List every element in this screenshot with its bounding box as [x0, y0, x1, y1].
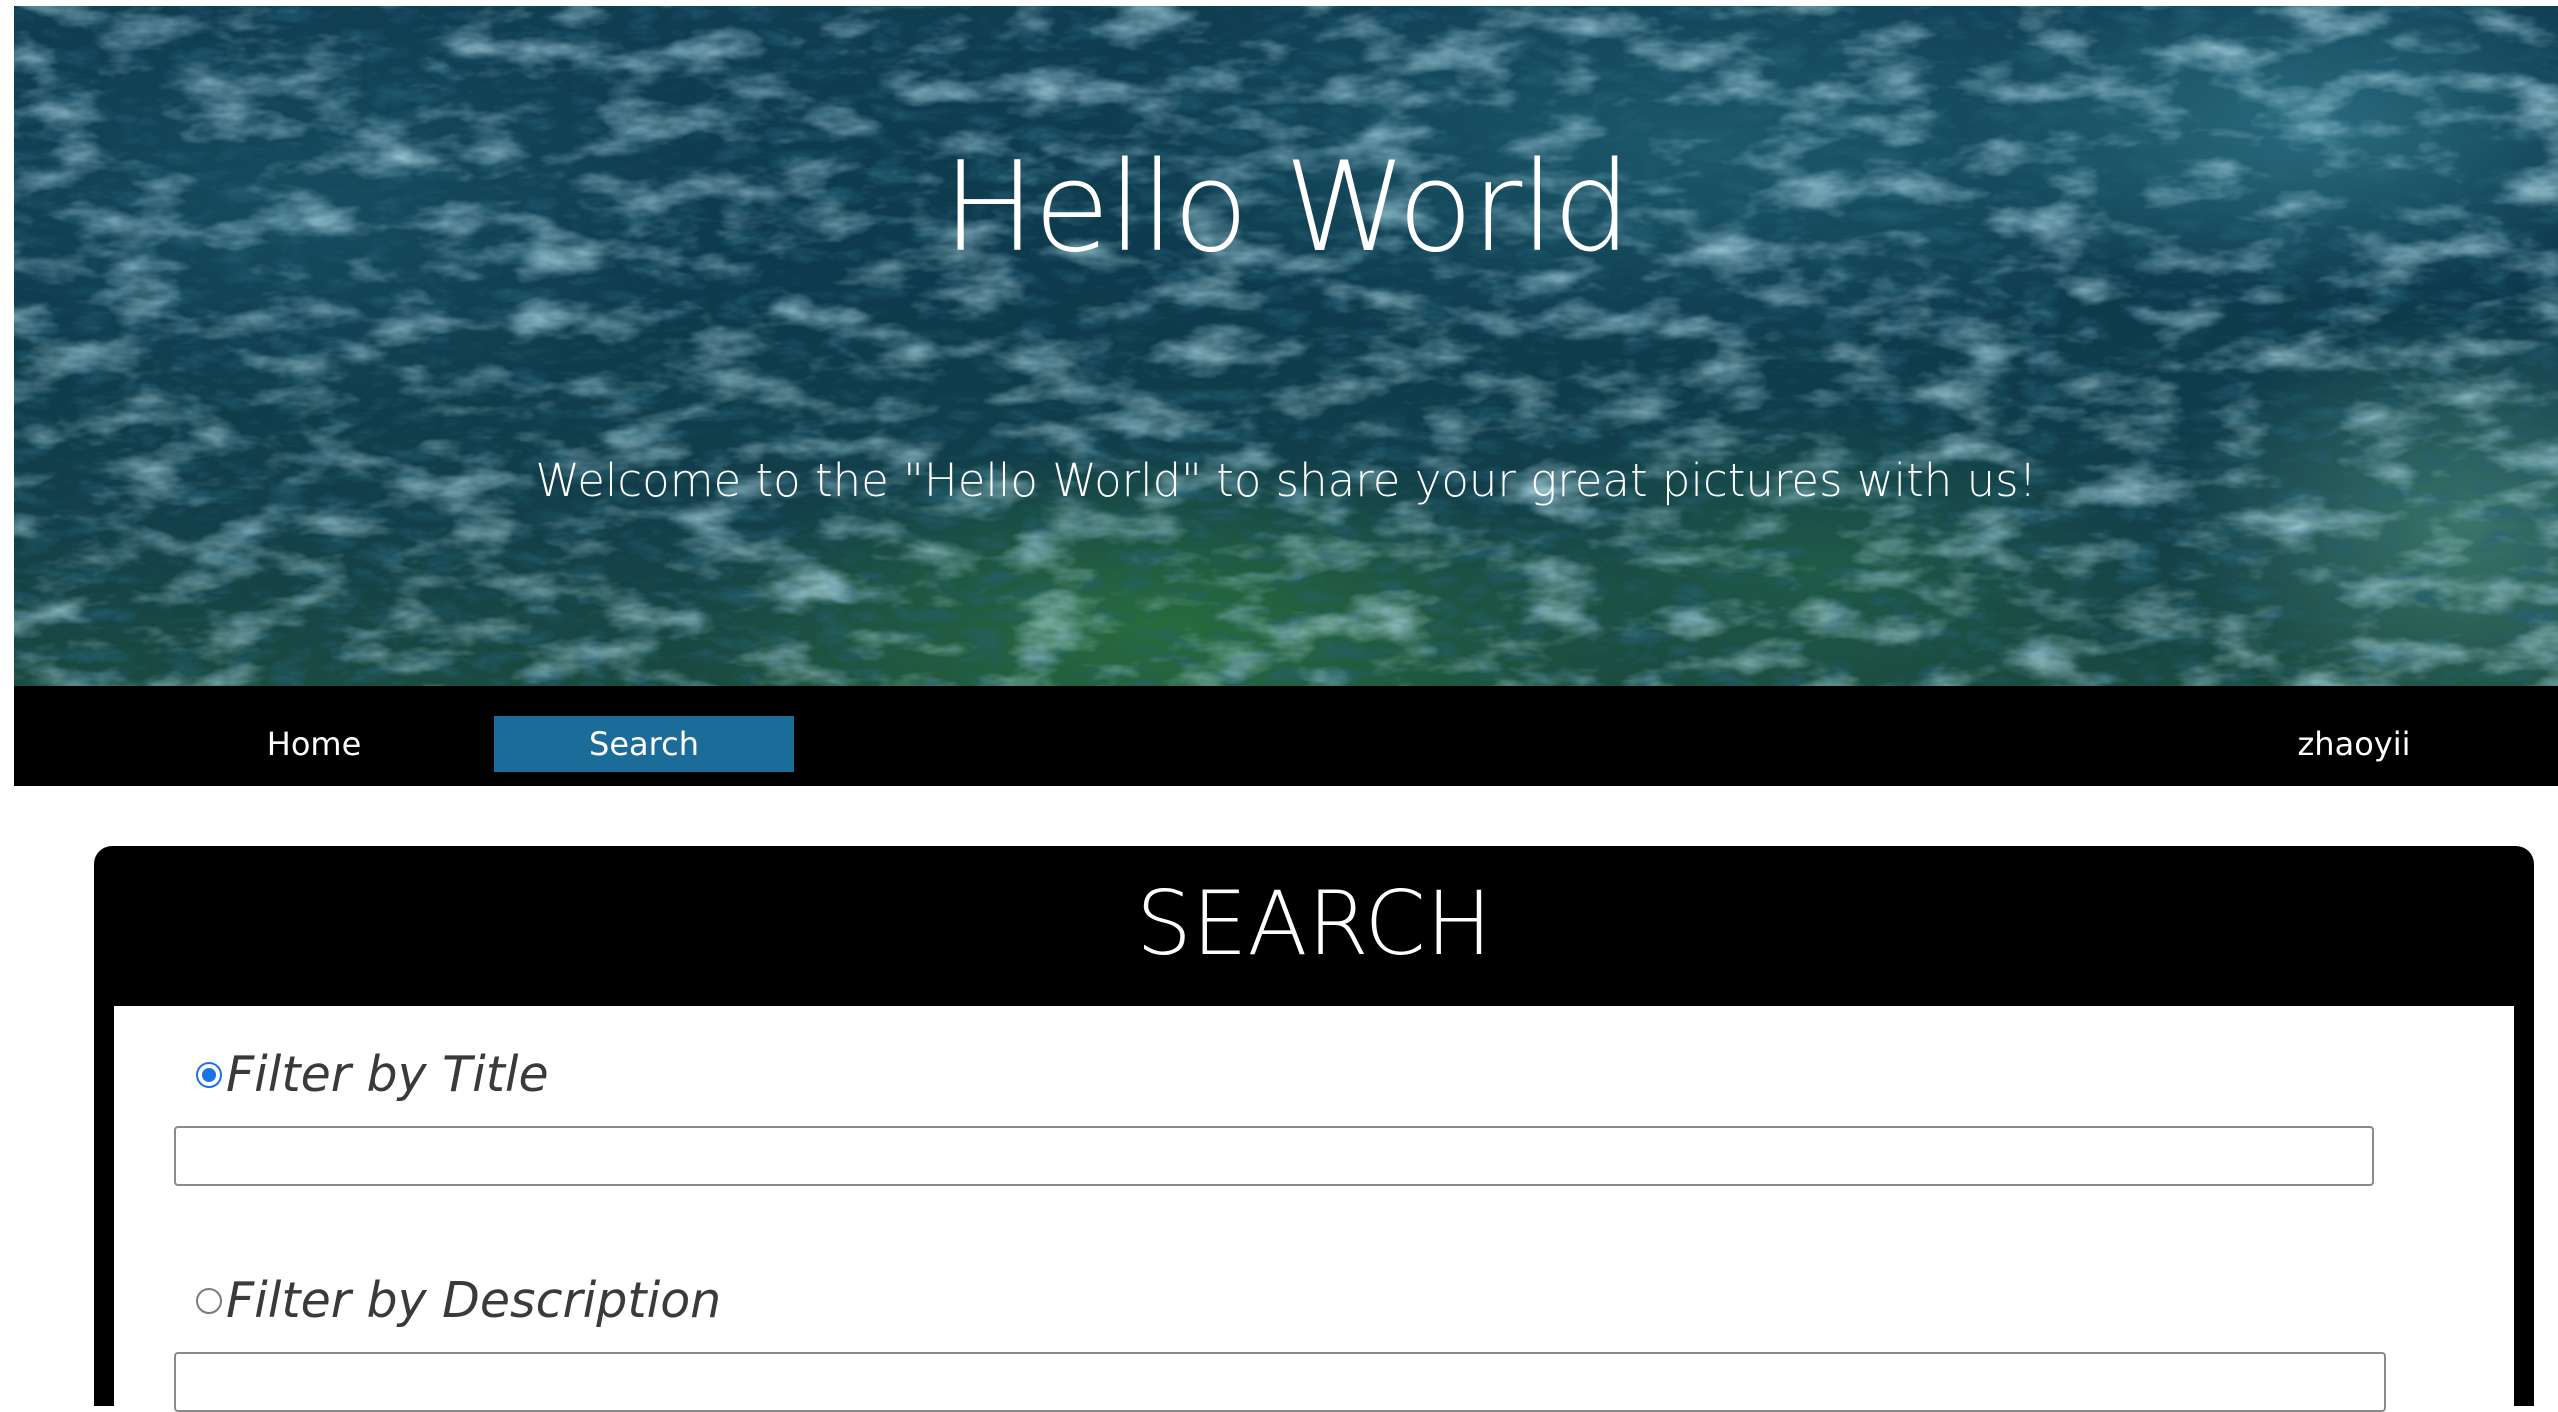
filter-description-label[interactable]: Filter by Description	[226, 1276, 721, 1325]
nav-home-link[interactable]: Home	[184, 716, 444, 772]
title-search-input[interactable]	[174, 1126, 2374, 1186]
search-panel: SEARCH Filter by Title Filter by Descrip…	[94, 846, 2534, 1412]
description-search-input[interactable]	[174, 1352, 2386, 1412]
ocean-background-image	[14, 6, 2558, 686]
nav-search-link[interactable]: Search	[494, 716, 794, 772]
site-subtitle: Welcome to the "Hello World" to share yo…	[535, 454, 2037, 507]
filter-description-option[interactable]: Filter by Description	[196, 1276, 721, 1325]
navigation-bar: Home Search zhaoyii	[14, 686, 2558, 786]
filter-title-option[interactable]: Filter by Title	[196, 1050, 549, 1099]
nav-user-link[interactable]: zhaoyii	[2244, 716, 2464, 772]
filter-title-label[interactable]: Filter by Title	[226, 1050, 549, 1099]
site-title: Hello World	[942, 136, 1631, 280]
search-form: Filter by Title Filter by Description	[114, 1006, 2514, 1412]
hero-banner: Hello World Welcome to the "Hello World"…	[14, 6, 2558, 686]
filter-description-radio[interactable]	[196, 1287, 222, 1314]
filter-title-radio[interactable]	[196, 1061, 222, 1088]
search-panel-title: SEARCH	[1135, 872, 1493, 975]
